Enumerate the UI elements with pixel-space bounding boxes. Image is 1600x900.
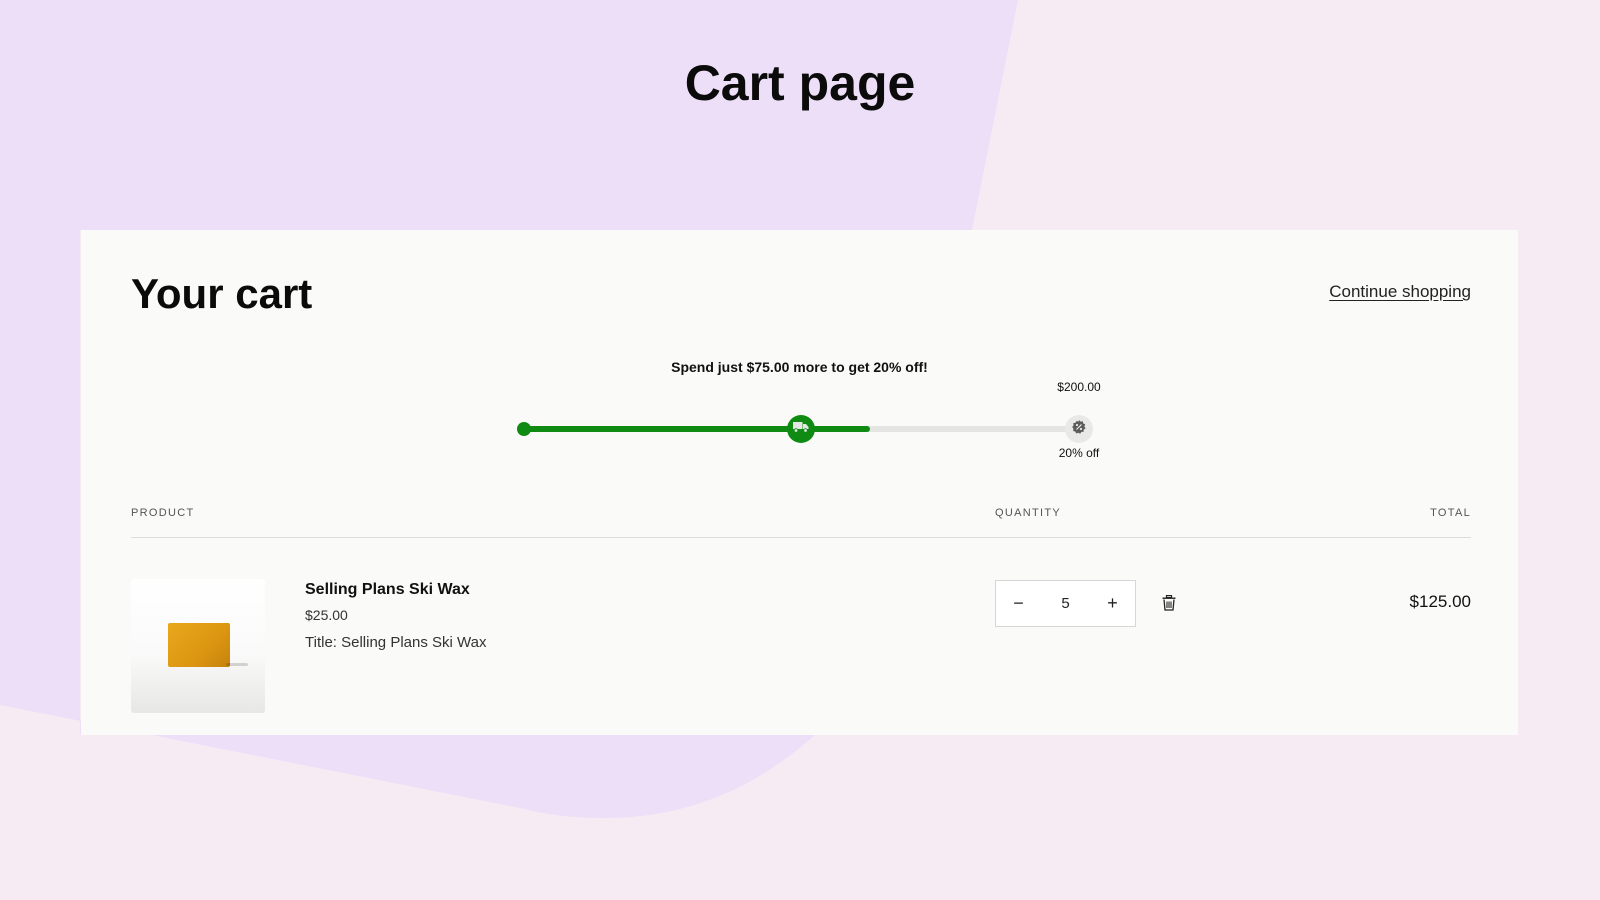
- product-price: $25.00: [305, 607, 348, 623]
- progress-start-dot: [517, 422, 531, 436]
- product-image[interactable]: [131, 579, 265, 713]
- quantity-stepper: − 5 +: [995, 580, 1136, 627]
- increase-quantity-button[interactable]: +: [1090, 581, 1135, 626]
- trash-icon: [1162, 594, 1176, 616]
- ski-wax-bar: [168, 623, 230, 667]
- milestone-discount: [1065, 415, 1093, 443]
- progress-bar: $200.00 20% off: [517, 380, 1124, 470]
- discount-badge-icon: [1071, 419, 1087, 440]
- ski-wax-shadow: [226, 663, 248, 666]
- product-name-link[interactable]: Selling Plans Ski Wax: [305, 581, 470, 599]
- table-divider: [131, 537, 1471, 538]
- decrease-quantity-button[interactable]: −: [996, 581, 1041, 626]
- column-header-quantity: QUANTITY: [995, 507, 1062, 519]
- truck-icon: [793, 420, 809, 438]
- column-header-total: TOTAL: [1430, 507, 1471, 519]
- milestone-amount: $200.00: [1057, 380, 1101, 394]
- page-title: Cart page: [684, 55, 916, 111]
- milestone-reward: 20% off: [1058, 446, 1100, 460]
- cart-heading: Your cart: [131, 270, 313, 317]
- continue-shopping-link[interactable]: Continue shopping: [1329, 282, 1471, 302]
- remove-item-button[interactable]: [1158, 594, 1180, 616]
- line-total: $125.00: [1409, 592, 1471, 611]
- cart-panel: Your cart Continue shopping Spend just $…: [81, 230, 1518, 735]
- product-variant: Title: Selling Plans Ski Wax: [305, 634, 487, 651]
- progress-fill: [524, 426, 870, 432]
- progress-message: Spend just $75.00 more to get 20% off!: [671, 359, 928, 375]
- quantity-input[interactable]: 5: [1041, 595, 1090, 612]
- column-header-product: PRODUCT: [131, 507, 195, 519]
- milestone-shipping: [787, 415, 815, 443]
